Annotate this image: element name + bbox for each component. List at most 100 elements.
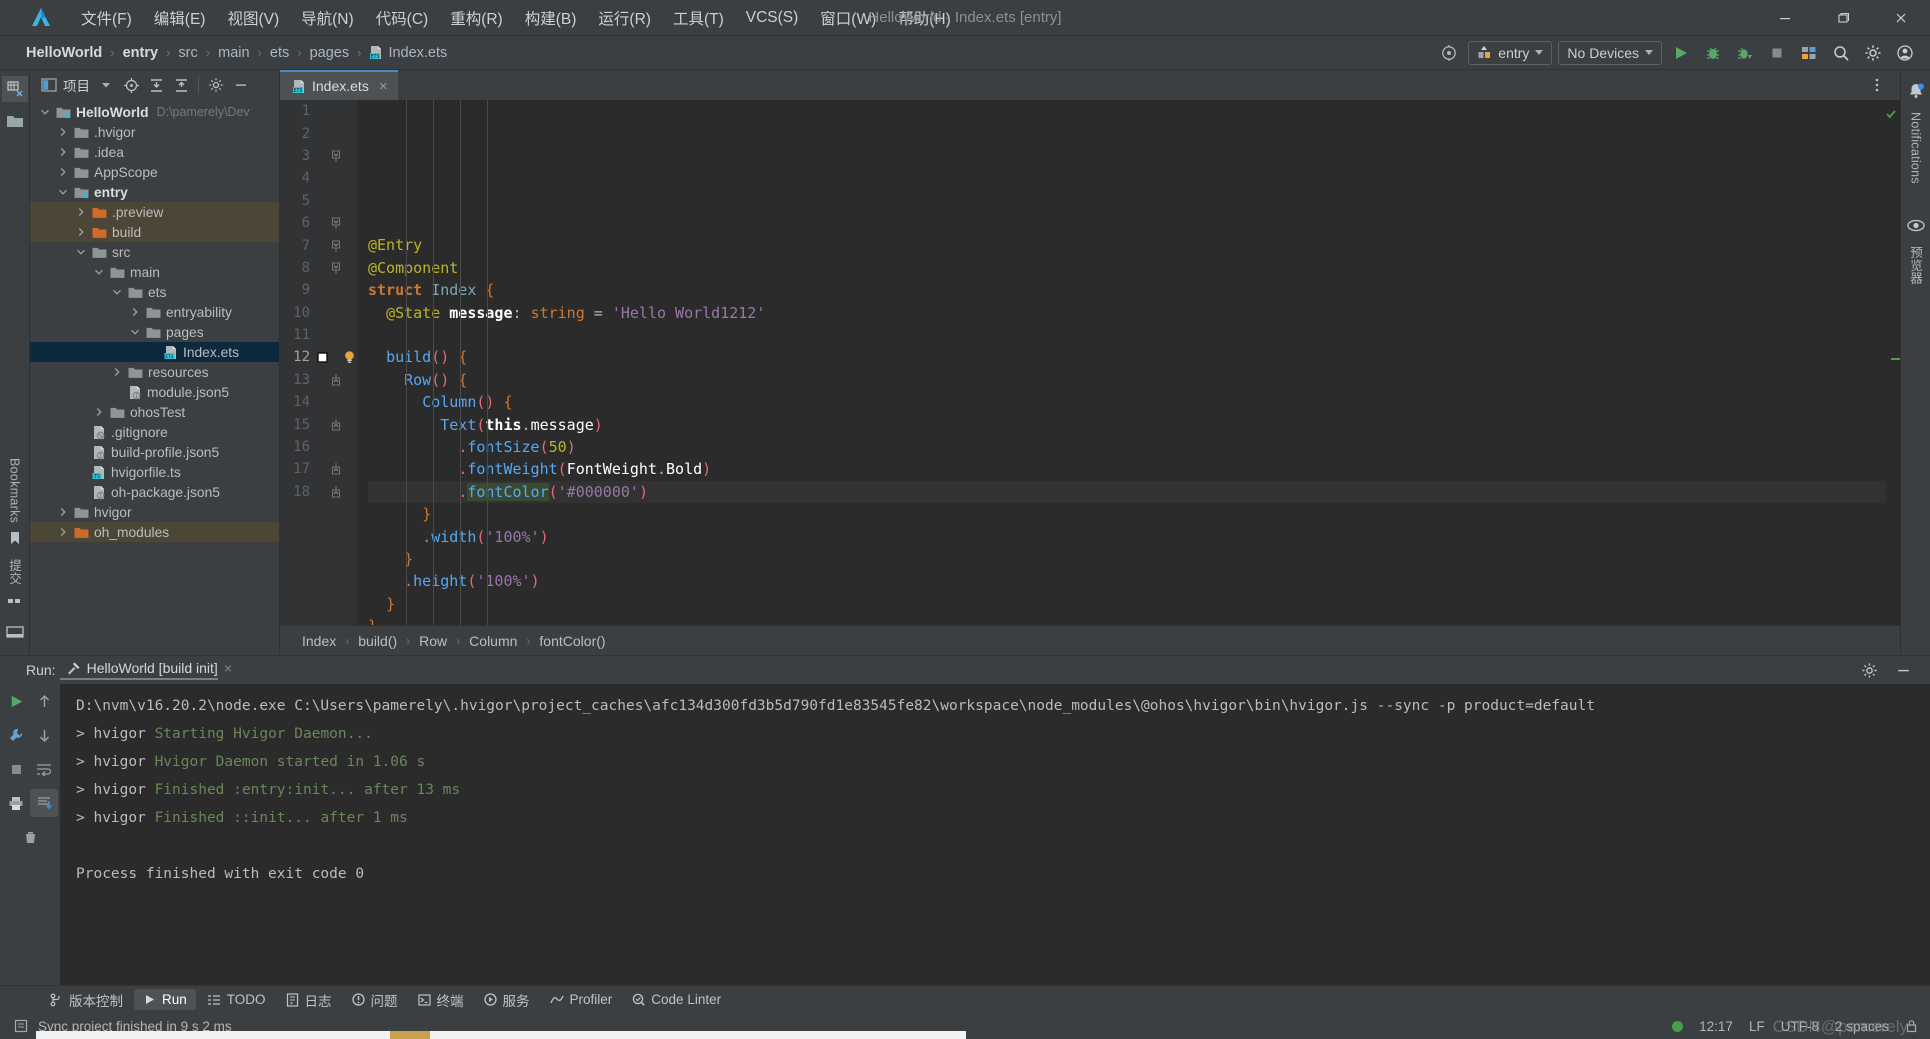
code-line[interactable]: } bbox=[368, 615, 1900, 625]
arrow-up-icon[interactable] bbox=[30, 687, 58, 715]
code-line[interactable]: Text(this.message) bbox=[368, 414, 1900, 436]
code-line[interactable]: } bbox=[368, 593, 1900, 615]
code-line[interactable]: .fontWeight(FontWeight.Bold) bbox=[368, 458, 1900, 480]
menu-help[interactable]: 帮助(H) bbox=[887, 3, 962, 33]
menu-window[interactable]: 窗口(W) bbox=[809, 3, 887, 33]
editor-gutter[interactable]: 1 2 3 4 5 6 7 8 9 10 11 12 13 14 15 16 17 18 bbox=[280, 100, 358, 625]
code-line[interactable]: .fontSize(50) bbox=[368, 436, 1900, 458]
status-encoding[interactable]: UTF-8 bbox=[1781, 1019, 1819, 1034]
bookmark-icon[interactable] bbox=[2, 525, 28, 551]
gear-icon[interactable] bbox=[1856, 657, 1882, 683]
chevron-down-icon[interactable] bbox=[38, 105, 52, 119]
expand-all-icon[interactable] bbox=[145, 74, 167, 96]
status-indent[interactable]: 2 spaces bbox=[1835, 1019, 1889, 1034]
code-line[interactable]: struct Index { bbox=[368, 279, 1900, 301]
run-console-output[interactable]: D:\nvm\v16.20.2\node.exe C:\Users\pamere… bbox=[60, 684, 1930, 985]
minimize-icon[interactable] bbox=[1756, 0, 1814, 36]
tree-node-entryability[interactable]: entryability bbox=[30, 302, 279, 322]
chevron-down-icon[interactable] bbox=[128, 325, 142, 339]
collapse-all-icon[interactable] bbox=[170, 74, 192, 96]
toolwindow-code-linter[interactable]: Code Linter bbox=[623, 989, 730, 1010]
editor-tab-index-ets[interactable]: ETS Index.ets × bbox=[280, 70, 398, 100]
chevron-down-icon[interactable] bbox=[92, 265, 106, 279]
breadcrumb-file[interactable]: ETS Index.ets bbox=[365, 43, 451, 63]
commit-icon[interactable] bbox=[2, 587, 28, 613]
chevron-right-icon[interactable] bbox=[56, 145, 70, 159]
tree-node-entry[interactable]: entry bbox=[30, 182, 279, 202]
tree-node-hvigorfile-ts[interactable]: TS hvigorfile.ts bbox=[30, 462, 279, 482]
account-icon[interactable] bbox=[1892, 40, 1918, 66]
gutter-line[interactable]: 13 bbox=[280, 369, 358, 391]
wrench-icon[interactable] bbox=[2, 721, 30, 749]
editor-source[interactable]: @Entry @Component struct Index { @State me… bbox=[358, 100, 1900, 625]
editor-breadcrumb-fontcolor[interactable]: fontColor() bbox=[535, 632, 609, 650]
menu-file[interactable]: 文件(F) bbox=[70, 3, 143, 33]
rail-project-folder-icon[interactable] bbox=[2, 108, 28, 134]
code-line[interactable]: .width('100%') bbox=[368, 526, 1900, 548]
fold-marker[interactable] bbox=[330, 418, 342, 431]
menu-edit[interactable]: 编辑(E) bbox=[143, 3, 217, 33]
scroll-end-icon[interactable] bbox=[30, 789, 58, 817]
crosshair-icon[interactable] bbox=[120, 74, 142, 96]
chevron-down-icon[interactable] bbox=[56, 185, 70, 199]
toolwindow-run[interactable]: Run bbox=[134, 989, 196, 1010]
tree-node-build[interactable]: build bbox=[30, 222, 279, 242]
code-line[interactable]: @Component bbox=[368, 257, 1900, 279]
rail-structure-icon[interactable] bbox=[1, 76, 28, 102]
gear-icon[interactable] bbox=[1860, 40, 1886, 66]
code-line[interactable]: Row() { bbox=[368, 369, 1900, 391]
gutter-line[interactable]: 11 bbox=[280, 324, 358, 346]
breadcrumb-src[interactable]: src bbox=[174, 43, 201, 63]
more-vertical-icon[interactable] bbox=[1864, 72, 1890, 98]
rail-notifications-label[interactable]: Notifications bbox=[1909, 112, 1923, 184]
tree-node-main[interactable]: main bbox=[30, 262, 279, 282]
menu-run[interactable]: 运行(R) bbox=[587, 3, 662, 33]
target-icon[interactable] bbox=[1436, 40, 1462, 66]
stop-square-icon[interactable] bbox=[1764, 40, 1790, 66]
tree-node--idea[interactable]: .idea bbox=[30, 142, 279, 162]
minus-icon[interactable] bbox=[230, 74, 252, 96]
gutter-line[interactable]: 8 bbox=[280, 257, 358, 279]
gutter-line[interactable]: 15 bbox=[280, 413, 358, 435]
fold-marker[interactable] bbox=[330, 463, 342, 475]
editor-breadcrumb-row[interactable]: Row bbox=[415, 632, 451, 650]
status-line-separator[interactable]: LF bbox=[1749, 1019, 1765, 1034]
toolwindow-services[interactable]: 服务 bbox=[475, 987, 539, 1013]
gutter-line[interactable]: 5 bbox=[280, 190, 358, 212]
tree-node-oh-package-json5[interactable]: oh-package.json5 bbox=[30, 482, 279, 502]
toolwindow-terminal[interactable]: 终端 bbox=[409, 987, 473, 1013]
fold-marker[interactable] bbox=[330, 262, 342, 274]
stop-square-icon[interactable] bbox=[2, 755, 30, 783]
close-icon[interactable]: × bbox=[379, 78, 388, 95]
terminal-window-icon[interactable] bbox=[2, 619, 28, 645]
minus-icon[interactable] bbox=[1890, 657, 1916, 683]
tree-node-ohostest[interactable]: ohosTest bbox=[30, 402, 279, 422]
menu-code[interactable]: 代码(C) bbox=[365, 3, 440, 33]
chevron-right-icon[interactable] bbox=[56, 125, 70, 139]
code-line[interactable]: } bbox=[368, 503, 1900, 525]
rail-bookmarks-label[interactable]: Bookmarks bbox=[8, 458, 22, 523]
restore-icon[interactable] bbox=[1814, 0, 1872, 36]
trash-icon[interactable] bbox=[16, 823, 44, 851]
gutter-line[interactable]: 4 bbox=[280, 167, 358, 189]
menu-view[interactable]: 视图(V) bbox=[216, 3, 290, 33]
gear-icon[interactable] bbox=[205, 74, 227, 96]
code-line[interactable] bbox=[368, 324, 1900, 346]
editor-scrollbar[interactable] bbox=[1886, 100, 1900, 625]
toolwindow-problems[interactable]: 问题 bbox=[343, 987, 407, 1013]
tree-node-helloworld[interactable]: HelloWorld D:\pamerely\Dev bbox=[30, 102, 279, 122]
menu-build[interactable]: 构建(B) bbox=[514, 3, 588, 33]
method-marker-icon[interactable] bbox=[314, 352, 330, 363]
tree-node-module-json5[interactable]: module.json5 bbox=[30, 382, 279, 402]
run-session-tab[interactable]: HelloWorld [build init] × bbox=[59, 660, 232, 680]
code-line[interactable]: } bbox=[368, 548, 1900, 570]
gutter-line[interactable]: 18 bbox=[280, 481, 358, 503]
chevron-right-icon[interactable] bbox=[56, 505, 70, 519]
device-manager-icon[interactable] bbox=[1796, 40, 1822, 66]
tree-node-hvigor[interactable]: hvigor bbox=[30, 502, 279, 522]
chevron-right-icon[interactable] bbox=[74, 205, 88, 219]
tree-node--hvigor[interactable]: .hvigor bbox=[30, 122, 279, 142]
project-tree[interactable]: HelloWorld D:\pamerely\Dev .hvigor .idea App… bbox=[30, 100, 279, 655]
device-selector[interactable]: No Devices bbox=[1558, 40, 1662, 65]
tree-node-oh-modules[interactable]: oh_modules bbox=[30, 522, 279, 542]
